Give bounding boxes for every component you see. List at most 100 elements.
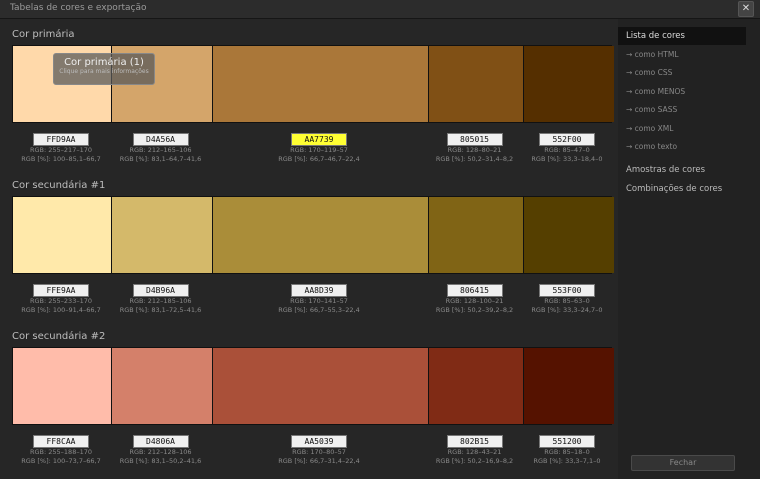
rgb-value: RGB: 170–119–57 <box>290 146 348 154</box>
sidebar-item-2[interactable]: → como CSS <box>618 66 746 80</box>
swatch-labels: FFE9AA RGB: 255–233–170 RGB [%]: 100–91,4–… <box>12 274 612 314</box>
tooltip-title: Cor primária (1) <box>64 57 144 68</box>
hex-code[interactable]: FFD9AA <box>33 133 89 146</box>
close-icon[interactable]: ✕ <box>738 1 754 17</box>
color-section-2: Cor secundária #1 FFE9AA RGB: 255–233–170 R… <box>12 180 614 314</box>
swatch-strip <box>12 196 614 274</box>
rgb-value: RGB: 255–233–170 <box>30 297 92 305</box>
hex-code[interactable]: AA5039 <box>291 435 347 448</box>
rgb-value: RGB: 212–185–106 <box>129 297 192 305</box>
swatch-label: 806415 RGB: 128–100–21 RGB [%]: 50,2–39,2–… <box>427 278 522 315</box>
rgb-value: RGB: 255–188–170 <box>30 448 92 456</box>
rgb-percent-value: RGB [%]: 33,3–18,4–0 <box>531 155 603 163</box>
swatch-label: AA7739 RGB: 170–119–57 RGB [%]: 66,7–46,7–… <box>211 127 427 164</box>
rgb-value: RGB: 85–63–0 <box>544 297 590 305</box>
color-section-1: Cor primária FFD9AA RGB: 255–217–170 RGB [%… <box>12 29 614 163</box>
tooltip-subtitle: Clique para mais informações <box>59 68 149 75</box>
rgb-percent-value: RGB [%]: 83,1–50,2–41,6 <box>119 457 202 465</box>
color-swatch[interactable] <box>523 46 614 122</box>
rgb-percent-value: RGB [%]: 66,7–46,7–22,4 <box>278 155 360 163</box>
rgb-percent-value: RGB [%]: 66,7–31,4–22,4 <box>278 457 360 465</box>
sidebar-item-3[interactable]: → como MENOS <box>618 85 746 99</box>
swatch-labels: FFD9AA RGB: 255–217–170 RGB [%]: 100–85,1–… <box>12 123 612 163</box>
main-content: Cor primária FFD9AA RGB: 255–217–170 RGB [%… <box>0 19 618 479</box>
rgb-percent-value: RGB [%]: 50,2–31,4–8,2 <box>435 155 514 163</box>
rgb-value: RGB: 128–100–21 <box>445 297 504 305</box>
color-swatch[interactable] <box>523 348 614 424</box>
hex-code[interactable]: 551200 <box>539 435 595 448</box>
swatch-label: AA5039 RGB: 170–80–57 RGB [%]: 66,7–31,4–2… <box>211 429 427 466</box>
sidebar-item-4[interactable]: → como SASS <box>618 103 746 117</box>
rgb-percent-value: RGB [%]: 50,2–16,9–8,2 <box>435 457 514 465</box>
swatch-label: 805015 RGB: 128–80–21 RGB [%]: 50,2–31,4–8… <box>427 127 522 164</box>
hex-code[interactable]: 552F00 <box>539 133 595 146</box>
sidebar-item-6[interactable]: → como texto <box>618 140 746 154</box>
swatch-label: 802B15 RGB: 128–43–21 RGB [%]: 50,2–16,9–8… <box>427 429 522 466</box>
hex-code[interactable]: 802B15 <box>446 435 503 448</box>
sidebar-item-7[interactable]: Amostras de cores <box>618 163 746 177</box>
color-section-3: Cor secundária #2 FF8CAA RGB: 255–188–170 R… <box>12 331 614 466</box>
sidebar: Lista de cores → como HTML → como CSS → com… <box>618 19 760 479</box>
color-swatch[interactable] <box>111 348 213 424</box>
hex-code[interactable]: FF8CAA <box>33 435 89 448</box>
sidebar-item-5[interactable]: → como XML <box>618 122 746 136</box>
hex-code[interactable]: AA7739 <box>291 133 347 146</box>
hex-code[interactable]: 805015 <box>446 133 503 146</box>
rgb-value: RGB: 212–165–106 <box>129 146 192 154</box>
rgb-value: RGB: 255–217–170 <box>30 146 92 154</box>
color-swatch[interactable] <box>428 46 524 122</box>
rgb-percent-value: RGB [%]: 33,3–7,1–0 <box>533 457 601 465</box>
swatch-label: FFE9AA RGB: 255–233–170 RGB [%]: 100–91,4–… <box>12 278 110 315</box>
hex-code[interactable]: AA8D39 <box>291 284 347 297</box>
title-bar: Tabelas de cores e exportação ✕ <box>0 0 760 19</box>
section-title: Cor secundária #1 <box>12 180 106 191</box>
color-swatch[interactable] <box>212 46 429 122</box>
rgb-value: RGB: 212–128–106 <box>129 448 192 456</box>
swatch-label: 552F00 RGB: 85–47–0 RGB [%]: 33,3–18,4–0 <box>522 127 612 164</box>
swatch-label: FF8CAA RGB: 255–188–170 RGB [%]: 100–73,7–… <box>12 429 110 466</box>
hex-code[interactable]: D4806A <box>132 435 189 448</box>
color-swatch[interactable] <box>523 197 614 273</box>
tooltip: Cor primária (1) Clique para mais inform… <box>53 53 155 85</box>
rgb-percent-value: RGB [%]: 100–73,7–66,7 <box>21 457 101 465</box>
rgb-percent-value: RGB [%]: 83,1–72,5–41,6 <box>119 306 202 314</box>
rgb-percent-value: RGB [%]: 83,1–64,7–41,6 <box>119 155 202 163</box>
swatch-label: FFD9AA RGB: 255–217–170 RGB [%]: 100–85,1–… <box>12 127 110 164</box>
rgb-value: RGB: 170–80–57 <box>292 448 346 456</box>
swatch-label: 553F00 RGB: 85–63–0 RGB [%]: 33,3–24,7–0 <box>522 278 612 315</box>
color-swatch[interactable] <box>212 348 429 424</box>
color-swatch[interactable] <box>13 348 111 424</box>
swatch-label: 551200 RGB: 85–18–0 RGB [%]: 33,3–7,1–0 <box>522 429 612 466</box>
color-swatch[interactable] <box>428 348 524 424</box>
section-title: Cor secundária #2 <box>12 331 106 342</box>
rgb-percent-value: RGB [%]: 100–91,4–66,7 <box>21 306 101 314</box>
color-swatch[interactable] <box>111 197 213 273</box>
hex-code[interactable]: 553F00 <box>539 284 595 297</box>
swatch-label: AA8D39 RGB: 170–141–57 RGB [%]: 66,7–55,3–… <box>211 278 427 315</box>
rgb-percent-value: RGB [%]: 33,3–24,7–0 <box>531 306 603 314</box>
rgb-value: RGB: 85–18–0 <box>544 448 590 456</box>
window-title: Tabelas de cores e exportação <box>10 3 147 13</box>
swatch-label: D4B96A RGB: 212–185–106 RGB [%]: 83,1–72,5… <box>110 278 211 315</box>
color-swatch[interactable] <box>212 197 429 273</box>
swatch-label: D4806A RGB: 212–128–106 RGB [%]: 83,1–50,2… <box>110 429 211 466</box>
rgb-value: RGB: 128–43–21 <box>447 448 502 456</box>
swatch-label: D4A56A RGB: 212–165–106 RGB [%]: 83,1–64,7… <box>110 127 211 164</box>
rgb-percent-value: RGB [%]: 100–85,1–66,7 <box>21 155 101 163</box>
rgb-value: RGB: 85–47–0 <box>544 146 590 154</box>
rgb-value: RGB: 170–141–57 <box>290 297 348 305</box>
swatch-strip <box>12 347 614 425</box>
rgb-value: RGB: 128–80–21 <box>447 146 502 154</box>
color-swatch[interactable] <box>13 197 111 273</box>
rgb-percent-value: RGB [%]: 66,7–55,3–22,4 <box>278 306 360 314</box>
hex-code[interactable]: 806415 <box>446 284 503 297</box>
close-button[interactable]: Fechar <box>631 455 735 471</box>
sidebar-item-8[interactable]: Combinações de cores <box>618 182 746 196</box>
hex-code[interactable]: D4A56A <box>132 133 189 146</box>
hex-code[interactable]: D4B96A <box>132 284 189 297</box>
sidebar-item-1[interactable]: → como HTML <box>618 48 746 62</box>
hex-code[interactable]: FFE9AA <box>33 284 89 297</box>
sidebar-item-0[interactable]: Lista de cores <box>618 27 746 45</box>
rgb-percent-value: RGB [%]: 50,2–39,2–8,2 <box>435 306 514 314</box>
color-swatch[interactable] <box>428 197 524 273</box>
